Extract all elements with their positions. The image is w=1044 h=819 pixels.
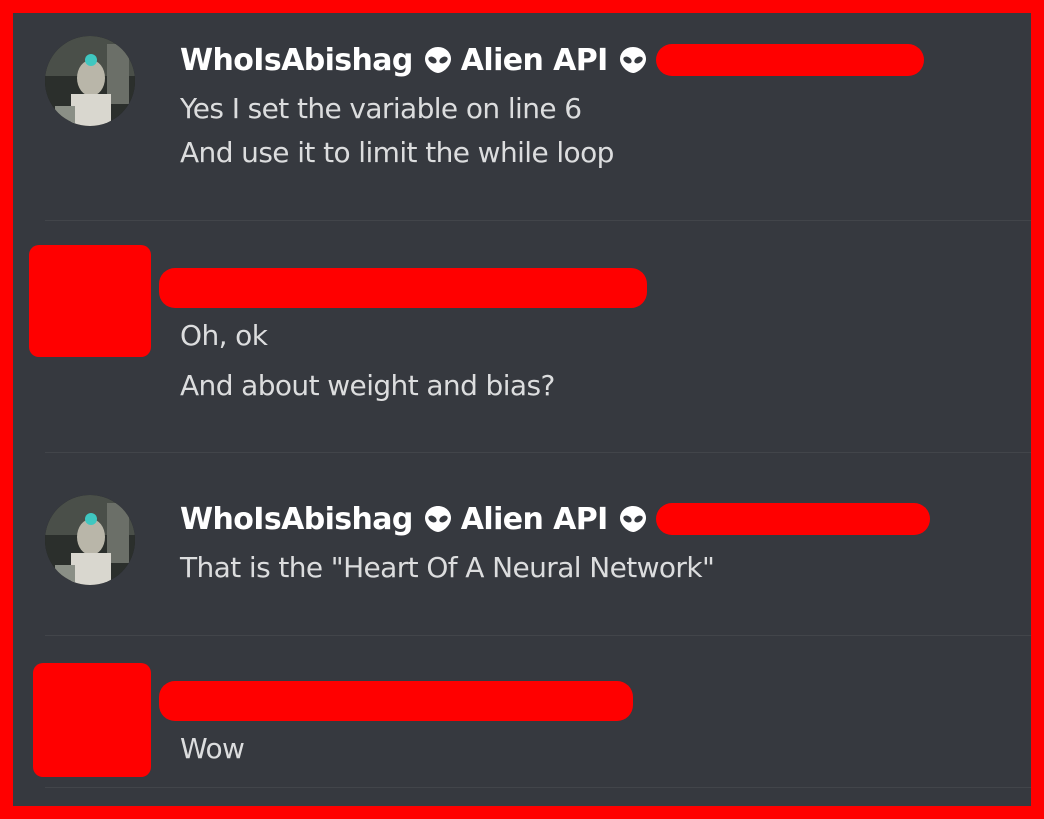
message-header: WhoIsAbishag Alien API [180,499,930,539]
message-text: And about weight and bias? [180,369,555,402]
alien-icon [619,47,646,73]
message-divider [45,787,1031,788]
message-text: And use it to limit the while loop [180,136,614,169]
username[interactable]: WhoIsAbishag [180,43,413,78]
redacted-username [159,681,633,721]
redacted-avatar [33,663,151,777]
username[interactable]: WhoIsAbishag [180,502,413,537]
alien-icon [424,506,451,532]
message-divider [45,220,1031,221]
role-tag: Alien API [460,501,609,537]
avatar[interactable] [45,36,135,126]
chat-panel: WhoIsAbishag Alien API Yes I set the var… [13,13,1031,806]
avatar[interactable] [45,495,135,585]
message-divider [45,635,1031,636]
message-text: Wow [180,732,245,765]
message-text: Oh, ok [180,319,268,352]
message-divider [45,452,1031,453]
message-header: WhoIsAbishag Alien API [180,40,924,80]
redacted-text [655,44,924,76]
redacted-text [655,503,930,535]
role-tag: Alien API [460,42,609,78]
redacted-username [159,268,647,308]
alien-icon [619,506,646,532]
message-text: That is the "Heart Of A Neural Network" [180,551,715,584]
alien-icon [424,47,451,73]
message-text: Yes I set the variable on line 6 [180,92,582,125]
redacted-avatar [29,245,151,357]
